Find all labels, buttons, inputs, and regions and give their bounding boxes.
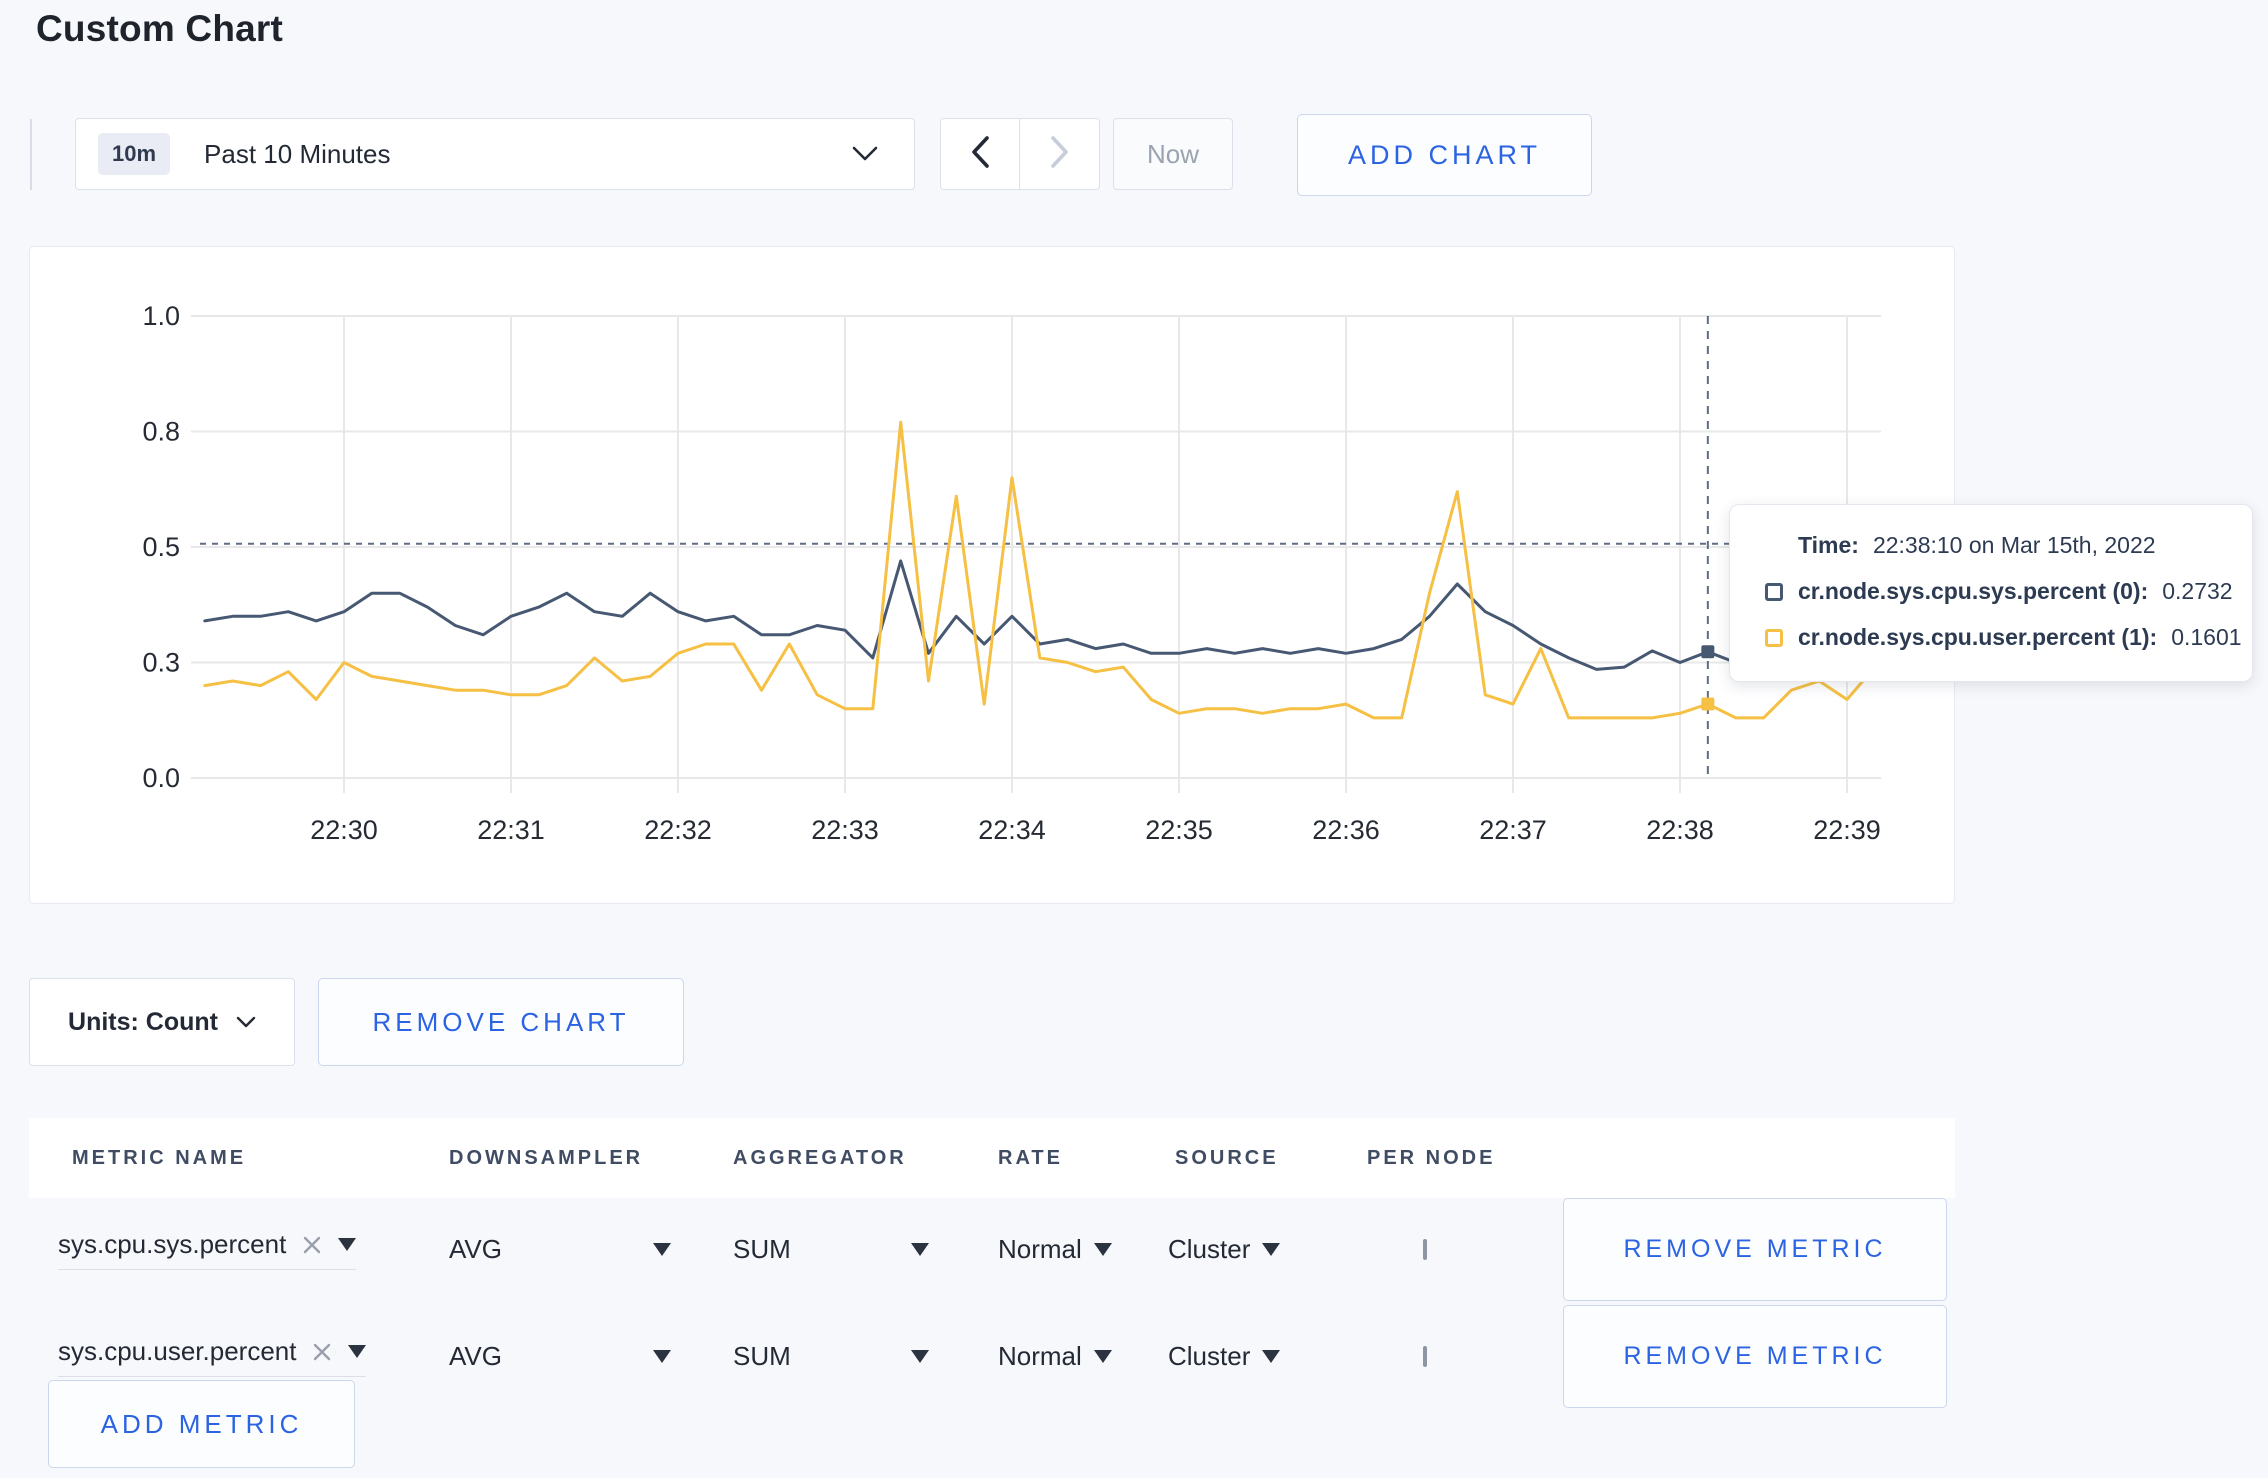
tooltip-time-label: Time: bbox=[1798, 532, 1859, 558]
next-timerange-button[interactable] bbox=[1019, 118, 1100, 190]
tooltip-series-row: cr.node.sys.cpu.sys.percent (0): 0.2732 bbox=[1765, 578, 2233, 605]
dropdown-arrow-icon bbox=[653, 1243, 671, 1256]
dropdown-arrow-icon bbox=[1262, 1243, 1281, 1256]
time-window-badge: 10m bbox=[98, 133, 171, 175]
tooltip-time-row: Time: 22:38:10 on Mar 15th, 2022 bbox=[1798, 532, 2232, 559]
metric-row: sys.cpu.sys.percent AVG SUM Normal Clust… bbox=[29, 1198, 1955, 1301]
downsampler-value: AVG bbox=[449, 1234, 502, 1264]
source-value: Cluster bbox=[1168, 1341, 1251, 1371]
svg-text:22:30: 22:30 bbox=[310, 815, 378, 845]
svg-text:22:38: 22:38 bbox=[1646, 815, 1714, 845]
svg-text:1.0: 1.0 bbox=[142, 301, 180, 331]
chevron-down-icon bbox=[852, 146, 878, 162]
downsampler-value: AVG bbox=[449, 1341, 502, 1371]
clear-metric-icon[interactable] bbox=[302, 1235, 322, 1255]
svg-text:22:33: 22:33 bbox=[811, 815, 879, 845]
time-range-selector[interactable]: 10m Past 10 Minutes bbox=[75, 118, 915, 190]
remove-metric-button[interactable]: REMOVE METRIC bbox=[1563, 1305, 1947, 1408]
prev-timerange-button[interactable] bbox=[940, 118, 1020, 190]
dropdown-arrow-icon bbox=[653, 1350, 671, 1363]
remove-metric-button[interactable]: REMOVE METRIC bbox=[1563, 1198, 1947, 1301]
column-header-downsampler: DOWNSAMPLER bbox=[449, 1146, 644, 1169]
aggregator-dropdown[interactable]: SUM bbox=[733, 1234, 929, 1265]
add-chart-button[interactable]: ADD CHART bbox=[1297, 114, 1592, 196]
add-metric-button[interactable]: ADD METRIC bbox=[48, 1380, 355, 1468]
column-header-metric-name: METRIC NAME bbox=[72, 1146, 247, 1169]
metric-name-value: sys.cpu.user.percent bbox=[58, 1336, 297, 1366]
tooltip-series-value: 0.1601 bbox=[2171, 624, 2242, 650]
rate-value: Normal bbox=[998, 1341, 1082, 1371]
page-title: Custom Chart bbox=[36, 8, 284, 49]
source-dropdown[interactable]: Cluster bbox=[1168, 1234, 1281, 1265]
aggregator-value: SUM bbox=[733, 1234, 791, 1264]
column-header-aggregator: AGGREGATOR bbox=[733, 1146, 907, 1169]
series-swatch-user-icon bbox=[1765, 628, 1783, 647]
chevron-right-icon bbox=[1049, 135, 1071, 174]
metric-name-dropdown[interactable]: sys.cpu.user.percent bbox=[58, 1336, 367, 1377]
dropdown-arrow-icon bbox=[1093, 1243, 1112, 1256]
tooltip-time-value: 22:38:10 on Mar 15th, 2022 bbox=[1872, 532, 2156, 558]
svg-text:22:31: 22:31 bbox=[477, 815, 545, 845]
remove-chart-button[interactable]: REMOVE CHART bbox=[318, 978, 684, 1066]
dropdown-arrow-icon bbox=[911, 1350, 929, 1363]
chevron-left-icon bbox=[969, 135, 991, 174]
tooltip-series-name: cr.node.sys.cpu.user.percent (1): bbox=[1798, 624, 2158, 650]
time-range-label: Past 10 Minutes bbox=[204, 138, 391, 169]
series-swatch-sys-icon bbox=[1765, 582, 1783, 601]
svg-text:0.3: 0.3 bbox=[142, 648, 180, 678]
dropdown-arrow-icon bbox=[1093, 1350, 1112, 1363]
svg-text:22:34: 22:34 bbox=[978, 815, 1046, 845]
clear-metric-icon[interactable] bbox=[312, 1342, 332, 1362]
metrics-chart[interactable]: 0.0 0.3 0.5 0.8 1.0 22:30 22:31 22:32 22:33 22:34… bbox=[30, 247, 1956, 905]
source-dropdown[interactable]: Cluster bbox=[1168, 1341, 1281, 1372]
chart-tooltip: Time: 22:38:10 on Mar 15th, 2022 cr.node… bbox=[1729, 504, 2253, 682]
aggregator-value: SUM bbox=[733, 1341, 791, 1371]
svg-text:0.8: 0.8 bbox=[142, 417, 180, 447]
svg-text:22:39: 22:39 bbox=[1813, 815, 1881, 845]
svg-text:0.5: 0.5 bbox=[142, 532, 180, 562]
column-header-per-node: PER NODE bbox=[1367, 1146, 1496, 1169]
source-value: Cluster bbox=[1168, 1234, 1251, 1264]
metric-name-value: sys.cpu.sys.percent bbox=[58, 1229, 287, 1259]
downsampler-dropdown[interactable]: AVG bbox=[449, 1341, 671, 1372]
rate-dropdown[interactable]: Normal bbox=[998, 1341, 1112, 1372]
svg-text:22:35: 22:35 bbox=[1145, 815, 1213, 845]
per-node-checkbox[interactable] bbox=[1423, 1345, 1427, 1367]
tooltip-series-name: cr.node.sys.cpu.sys.percent (0): bbox=[1798, 578, 2149, 604]
dropdown-arrow-icon bbox=[348, 1345, 367, 1358]
now-button[interactable]: Now bbox=[1113, 118, 1233, 190]
column-header-rate: RATE bbox=[998, 1146, 1063, 1169]
tooltip-series-row: cr.node.sys.cpu.user.percent (1): 0.1601 bbox=[1765, 624, 2242, 651]
chart-card: 0.0 0.3 0.5 0.8 1.0 22:30 22:31 22:32 22:33 22:34… bbox=[29, 246, 2253, 905]
rate-value: Normal bbox=[998, 1234, 1082, 1264]
dropdown-arrow-icon bbox=[1262, 1350, 1281, 1363]
metrics-table-header: METRIC NAME DOWNSAMPLER AGGREGATOR RATE … bbox=[29, 1118, 1955, 1198]
svg-text:0.0: 0.0 bbox=[142, 763, 180, 793]
toolbar-divider bbox=[30, 119, 32, 190]
aggregator-dropdown[interactable]: SUM bbox=[733, 1341, 929, 1372]
dropdown-arrow-icon bbox=[338, 1238, 357, 1251]
downsampler-dropdown[interactable]: AVG bbox=[449, 1234, 671, 1265]
metric-name-dropdown[interactable]: sys.cpu.sys.percent bbox=[58, 1229, 357, 1270]
svg-text:22:36: 22:36 bbox=[1312, 815, 1380, 845]
svg-text:22:37: 22:37 bbox=[1479, 815, 1547, 845]
svg-text:22:32: 22:32 bbox=[644, 815, 712, 845]
rate-dropdown[interactable]: Normal bbox=[998, 1234, 1112, 1265]
per-node-checkbox[interactable] bbox=[1423, 1238, 1427, 1260]
column-header-source: SOURCE bbox=[1175, 1146, 1279, 1169]
tooltip-series-value: 0.2732 bbox=[2162, 578, 2233, 604]
dropdown-arrow-icon bbox=[911, 1243, 929, 1256]
units-selector[interactable]: Units: Count bbox=[29, 978, 295, 1066]
units-label: Units: Count bbox=[68, 1007, 218, 1036]
chevron-down-icon bbox=[236, 1016, 256, 1029]
